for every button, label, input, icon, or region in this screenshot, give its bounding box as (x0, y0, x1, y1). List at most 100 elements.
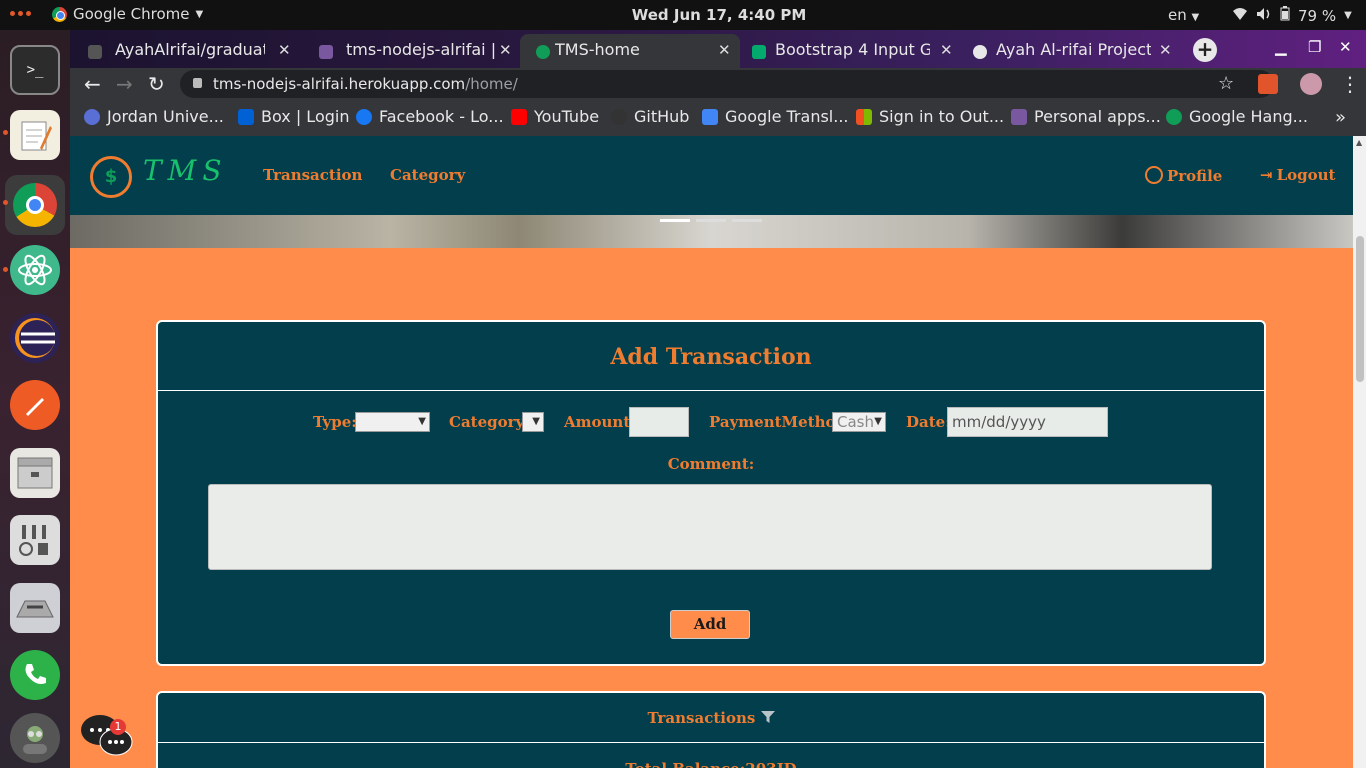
bookmark-star-icon[interactable]: ☆ (1218, 73, 1234, 94)
dropdown-arrow-icon: ▼ (418, 416, 426, 427)
tab-projects[interactable]: Ayah Al-rifai Projects ✕ (961, 34, 1181, 68)
bookmark-item[interactable]: Facebook - Lo... (356, 107, 504, 126)
bookmark-item[interactable]: GitHub (611, 107, 689, 126)
tab-bootstrap[interactable]: Bootstrap 4 Input Gro ✕ (740, 34, 961, 68)
minimize-icon[interactable]: ▁ (1275, 38, 1287, 56)
omnibox[interactable]: tms-nodejs-alrifai.herokuapp.com/home/ (180, 70, 1274, 98)
nav-category[interactable]: Category (390, 166, 465, 184)
add-button[interactable]: Add (670, 610, 750, 639)
system-top-bar: Google Chrome ▼ Wed Jun 17, 4:40 PM en ▼… (0, 0, 1366, 30)
mixer-icon[interactable] (10, 515, 60, 565)
new-tab-button[interactable]: + (1193, 38, 1217, 62)
facebook-icon (356, 108, 372, 125)
date-label: Date: (906, 413, 951, 431)
profile-avatar[interactable] (1300, 73, 1322, 95)
nav-transaction[interactable]: Transaction (263, 166, 362, 184)
transactions-header[interactable]: Transactions (158, 709, 1264, 727)
reload-icon[interactable]: ↻ (148, 72, 165, 96)
settings-tool-icon[interactable] (10, 583, 60, 633)
menu-icon[interactable]: ⋮ (1340, 72, 1360, 96)
lock-icon (193, 78, 202, 88)
category-label: Category: (449, 413, 530, 431)
maximize-icon[interactable]: ❐ (1308, 38, 1321, 56)
tab-github[interactable]: AyahAlrifai/graduation ✕ (70, 34, 301, 68)
tms-logo-icon[interactable]: $ (90, 156, 132, 198)
user-avatar-icon[interactable] (10, 713, 60, 763)
url-host: tms-nodejs-alrifai.herokuapp.com (213, 75, 466, 93)
youtube-icon (511, 108, 527, 125)
archive-manager-icon[interactable] (10, 448, 60, 498)
language-indicator[interactable]: en ▼ (1168, 6, 1199, 24)
jordan-university-icon (84, 108, 100, 125)
bookmark-item[interactable]: Sign in to Out... (856, 107, 1004, 126)
nav-profile[interactable]: Profile (1145, 166, 1222, 185)
tab-label: Bootstrap 4 Input Gro (775, 40, 930, 59)
bookmark-item[interactable]: YouTube (511, 107, 599, 126)
scrollbar-thumb[interactable] (1356, 236, 1364, 382)
hero-carousel (70, 215, 1353, 248)
bookmark-item[interactable]: Google Hang... (1166, 107, 1308, 126)
bookmark-item[interactable]: Box | Login (238, 107, 349, 126)
close-icon[interactable]: ✕ (718, 41, 731, 59)
add-transaction-title: Add Transaction (610, 344, 812, 370)
category-select[interactable]: ▼ (522, 412, 544, 432)
back-icon[interactable]: ← (84, 72, 101, 96)
postman-icon[interactable] (10, 380, 60, 430)
close-icon[interactable]: ✕ (940, 41, 953, 59)
bookmark-item[interactable]: Google Transl... (702, 107, 849, 126)
payment-method-value: Cash (837, 413, 874, 431)
extension-icon[interactable] (1258, 74, 1278, 94)
carousel-indicator[interactable] (732, 219, 762, 222)
clock[interactable]: Wed Jun 17, 4:40 PM (0, 6, 1366, 24)
filter-icon[interactable] (760, 710, 775, 724)
text-editor-icon[interactable] (10, 110, 60, 160)
running-indicator (3, 267, 8, 272)
close-icon[interactable]: ✕ (1159, 41, 1172, 59)
hangouts-icon (1166, 108, 1182, 125)
address-bar-row: ← → ↻ tms-nodejs-alrifai.herokuapp.com/h… (70, 68, 1366, 100)
close-icon[interactable]: ✕ (499, 41, 512, 59)
tab-heroku[interactable]: tms-nodejs-alrifai | He ✕ (301, 34, 520, 68)
google-translate-icon (702, 108, 718, 125)
chrome-dock-icon[interactable] (5, 175, 65, 235)
eclipse-icon[interactable] (10, 313, 60, 363)
w3-icon (752, 45, 766, 59)
phone-icon[interactable] (10, 650, 60, 700)
page-scrollbar[interactable]: ▲ (1353, 136, 1366, 768)
type-label: Type: (313, 413, 357, 431)
bookmark-item[interactable]: Jordan Unive... (84, 107, 224, 126)
tab-tms-home[interactable]: TMS-home ✕ (520, 34, 740, 68)
carousel-indicator[interactable] (696, 219, 726, 222)
carousel-indicator[interactable] (660, 219, 690, 222)
close-icon[interactable]: ✕ (278, 41, 291, 59)
nav-logout[interactable]: ⇥ Logout (1260, 166, 1335, 184)
system-tray[interactable]: 79 % ▼ (1232, 6, 1352, 25)
bookmarks-bar: Jordan Unive... Box | Login Facebook - L… (70, 100, 1366, 136)
heroku-icon (1011, 108, 1027, 125)
amount-input[interactable] (629, 407, 689, 437)
payment-method-select[interactable]: Cash ▼ (832, 412, 886, 432)
atom-icon[interactable] (10, 245, 60, 295)
bookmark-label: Personal apps... (1034, 107, 1161, 126)
terminal-icon[interactable]: >_ (10, 45, 60, 95)
chat-bubbles-icon (81, 715, 133, 756)
user-circle-icon (1145, 166, 1163, 184)
total-balance: Total Balance:203JD (158, 760, 1264, 768)
date-input[interactable]: mm/dd/yyyy (947, 407, 1108, 437)
type-select[interactable]: ▼ (355, 412, 430, 432)
nav-profile-label: Profile (1167, 167, 1223, 185)
dropdown-arrow-icon: ▼ (532, 416, 540, 427)
bookmark-item[interactable]: Personal apps... (1011, 107, 1161, 126)
transactions-card: Transactions Total Balance:203JD (156, 691, 1266, 768)
close-window-icon[interactable]: ✕ (1339, 38, 1352, 56)
bookmark-label: Google Transl... (725, 107, 849, 126)
bookmark-label: Sign in to Out... (879, 107, 1005, 126)
forward-icon[interactable]: → (116, 72, 133, 96)
chevron-down-icon: ▼ (1191, 12, 1200, 23)
brand-name[interactable]: TMS (143, 154, 228, 187)
scroll-up-icon[interactable]: ▲ (1356, 138, 1362, 147)
nav-logout-label: Logout (1276, 166, 1336, 184)
chat-widget[interactable]: 1 (80, 714, 134, 758)
comment-textarea[interactable] (208, 484, 1212, 570)
more-bookmarks-icon[interactable]: » (1335, 107, 1346, 128)
